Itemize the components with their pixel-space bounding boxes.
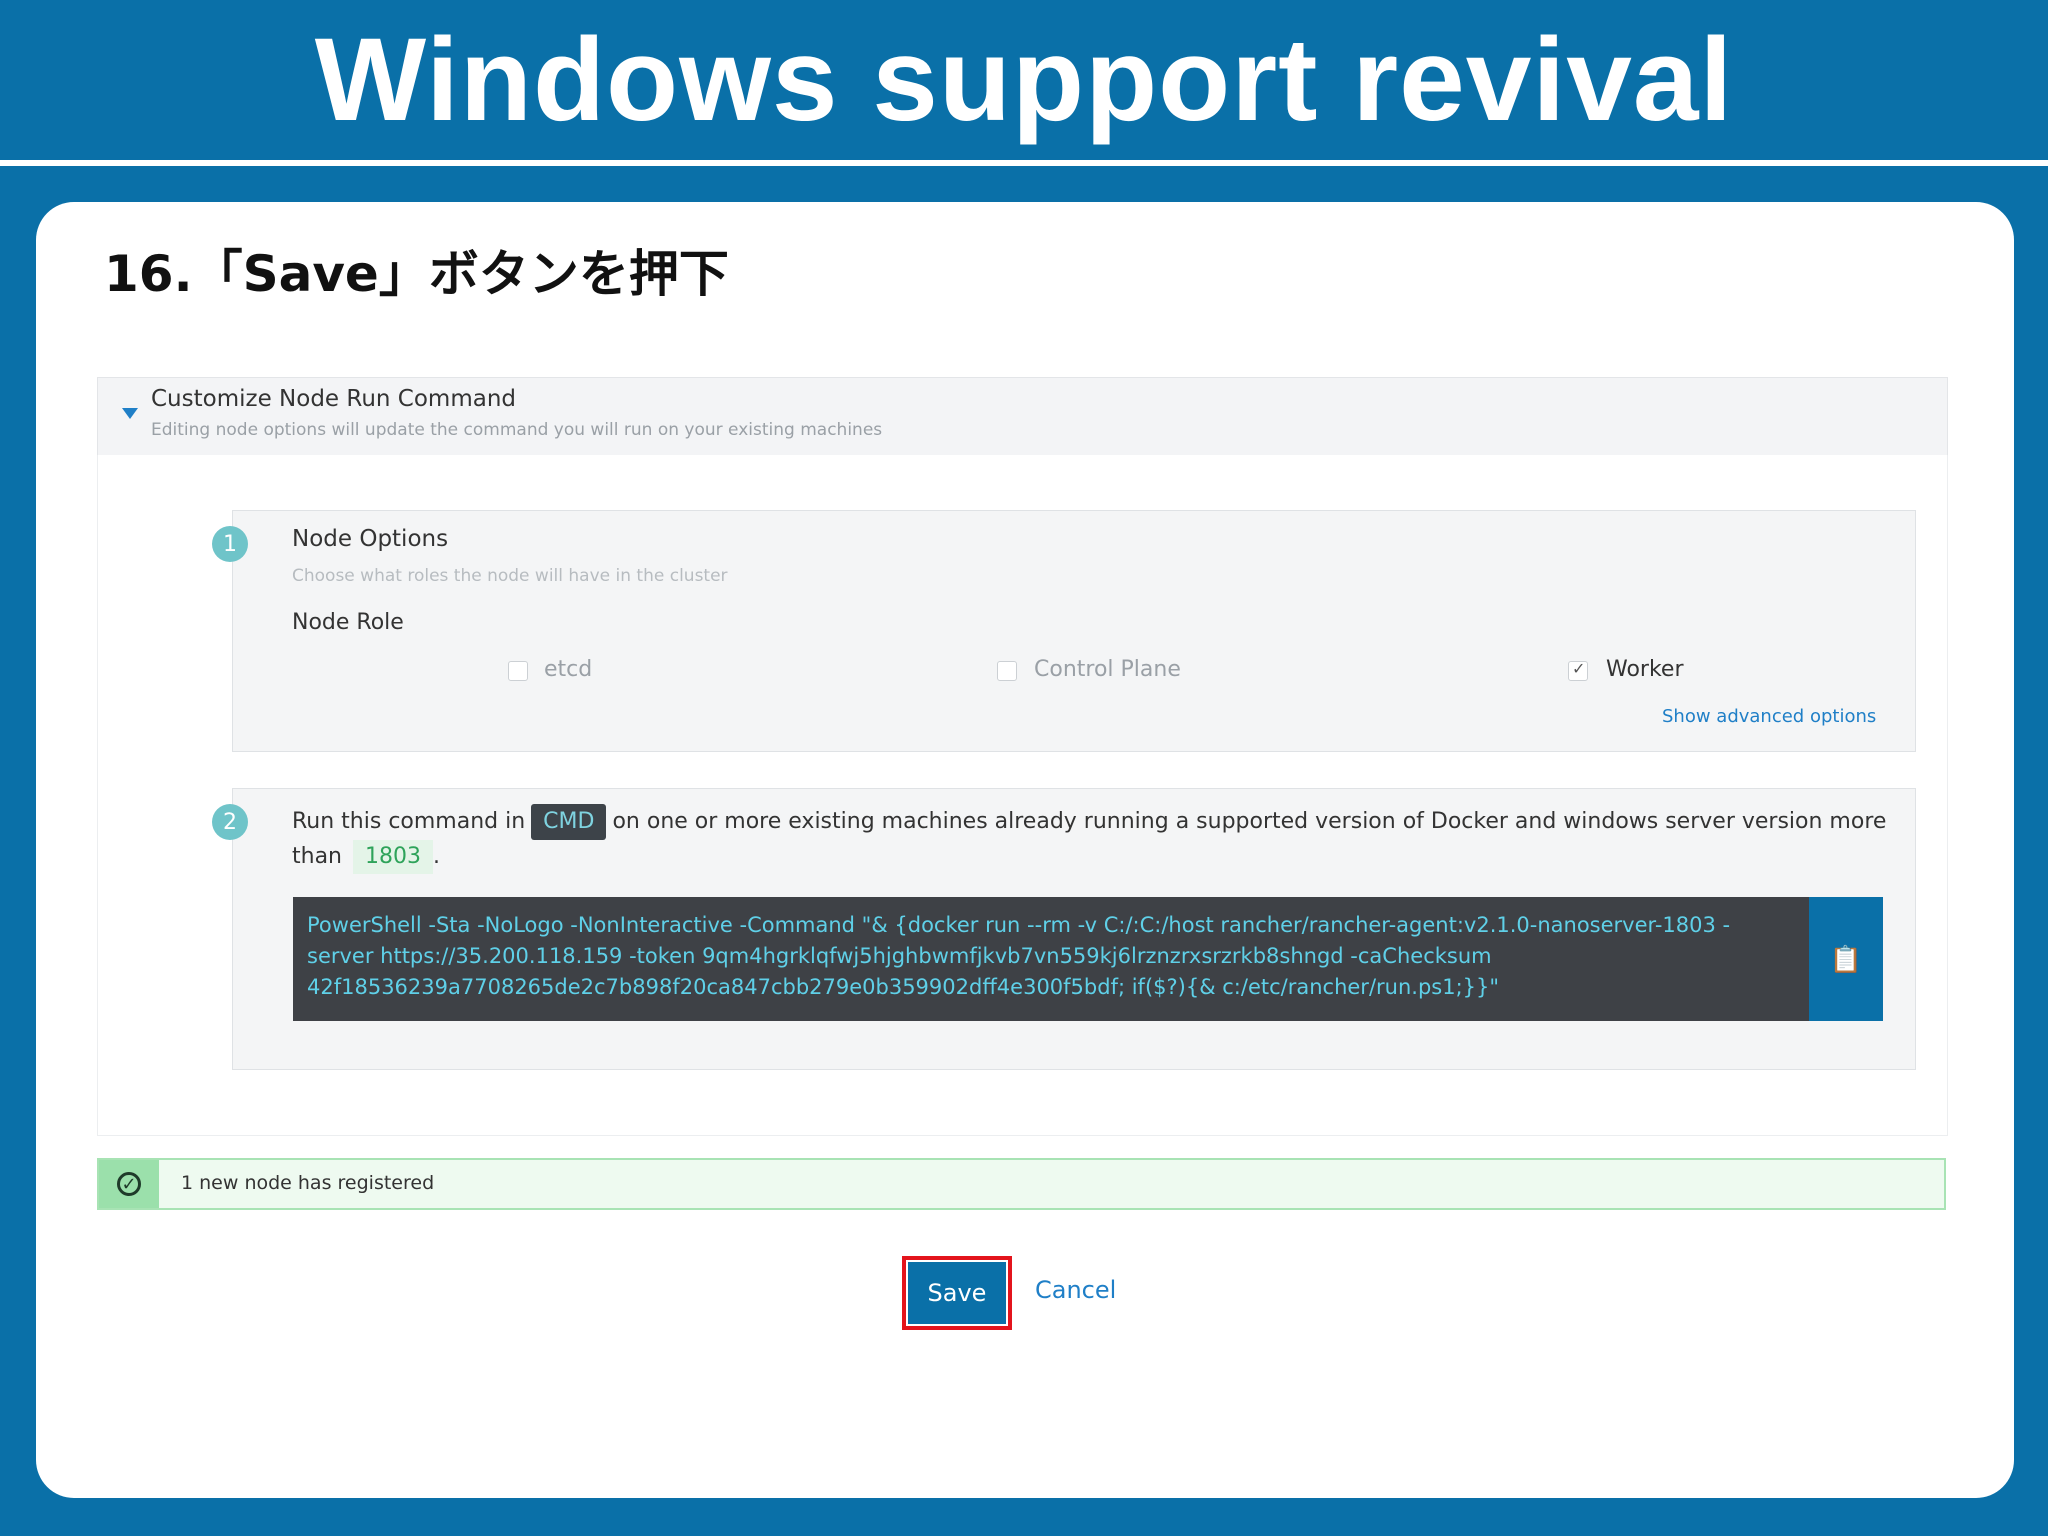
command-code-block[interactable]: PowerShell -Sta -NoLogo -NonInteractive …	[293, 897, 1809, 1021]
accordion-subtitle: Editing node options will update the com…	[151, 420, 883, 440]
alert-message: 1 new node has registered	[181, 1172, 435, 1194]
show-advanced-options-link[interactable]: Show advanced options	[1662, 706, 1876, 727]
shell-badge: CMD	[531, 804, 607, 840]
caret-down-icon[interactable]	[122, 408, 138, 419]
content-card: 16.「Save」ボタンを押下 Customize Node Run Comma…	[36, 202, 2014, 1498]
etcd-checkbox[interactable]	[508, 661, 528, 681]
clipboard-icon: 📋	[1829, 943, 1863, 974]
step-number-1: 1	[212, 526, 248, 562]
copy-command-button[interactable]: 📋	[1809, 897, 1883, 1021]
save-button[interactable]: Save	[908, 1262, 1006, 1324]
run-text-before: Run this command in	[292, 809, 526, 834]
control-plane-checkbox[interactable]	[997, 661, 1017, 681]
worker-checkbox[interactable]: ✓	[1568, 661, 1588, 681]
check-circle-icon: ✓	[117, 1172, 141, 1196]
node-options-subtitle: Choose what roles the node will have in …	[292, 566, 728, 586]
slide-title: Windows support revival	[314, 14, 1734, 146]
worker-label[interactable]: Worker	[1606, 657, 1684, 682]
alert-icon-container: ✓	[99, 1160, 159, 1208]
checkmark-icon: ✓	[1572, 661, 1586, 678]
node-role-label: Node Role	[292, 610, 404, 635]
etcd-label[interactable]: etcd	[544, 657, 592, 682]
run-text-end: .	[433, 844, 440, 869]
version-badge: 1803	[353, 840, 433, 874]
cancel-button[interactable]: Cancel	[1035, 1276, 1116, 1304]
success-alert: ✓ 1 new node has registered	[97, 1158, 1946, 1210]
accordion-title: Customize Node Run Command	[151, 386, 517, 412]
accordion-header[interactable]: Customize Node Run Command Editing node …	[97, 377, 1948, 457]
step-number-2: 2	[212, 804, 248, 840]
title-divider	[0, 160, 2048, 166]
run-command-instructions: Run this command in CMD on one or more exi…	[292, 804, 1892, 874]
node-options-title: Node Options	[292, 526, 449, 552]
control-plane-label[interactable]: Control Plane	[1034, 657, 1181, 682]
step-heading: 16.「Save」ボタンを押下	[104, 245, 729, 303]
